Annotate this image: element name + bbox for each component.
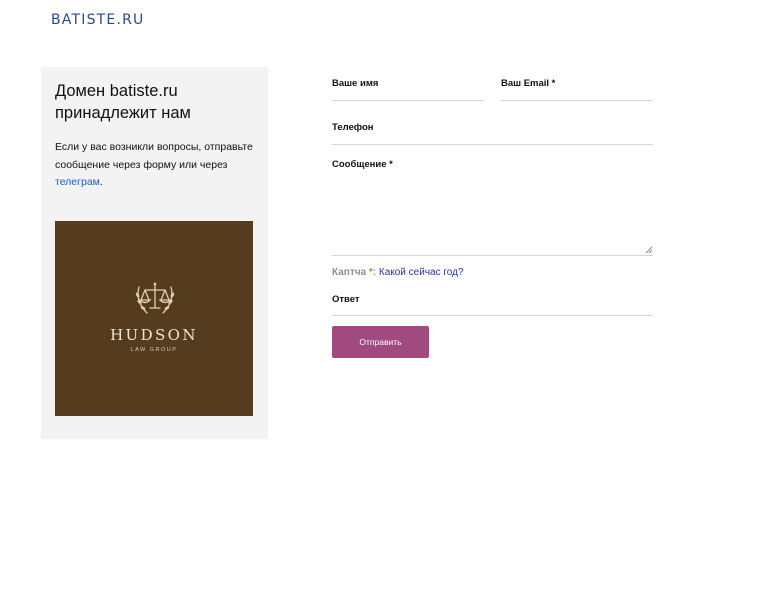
telegram-link[interactable]: телеграм <box>55 176 100 188</box>
captcha-line: Каптча *: Какой сейчас год? <box>332 267 464 278</box>
message-label: Сообщение * <box>332 159 393 170</box>
name-input[interactable] <box>332 90 484 101</box>
submit-button[interactable]: Отправить <box>332 326 429 358</box>
info-title: Домен batiste.ru принадлежит нам <box>55 82 191 122</box>
answer-label: Ответ <box>332 294 360 305</box>
phone-label: Телефон <box>332 122 374 133</box>
message-textarea[interactable] <box>332 174 653 256</box>
captcha-question: Какой сейчас год? <box>378 267 464 278</box>
site-logo[interactable]: BATISTE.RU <box>51 12 144 28</box>
info-text-end: . <box>99 176 103 188</box>
answer-input[interactable] <box>332 305 653 316</box>
hudson-law-group-image: HUDSON LAW GROUP <box>55 221 253 416</box>
brand-name: HUDSON <box>110 326 198 344</box>
phone-input[interactable] <box>332 134 653 145</box>
captcha-label: Каптча *: <box>332 267 377 278</box>
info-text: Если у вас возникли вопросы, отправьте с… <box>55 139 260 192</box>
resize-grip-icon[interactable] <box>645 246 653 254</box>
name-label: Ваше имя <box>332 78 379 89</box>
email-input[interactable] <box>501 90 653 101</box>
brand-subtitle: LAW GROUP <box>130 347 178 353</box>
email-label: Ваш Email * <box>501 78 556 89</box>
info-text-intro: Если у вас возникли вопросы, отправьте с… <box>55 141 253 171</box>
info-card: Домен batiste.ru принадлежит нам Если у … <box>41 67 268 439</box>
scales-of-justice-laurel-icon <box>135 282 175 314</box>
